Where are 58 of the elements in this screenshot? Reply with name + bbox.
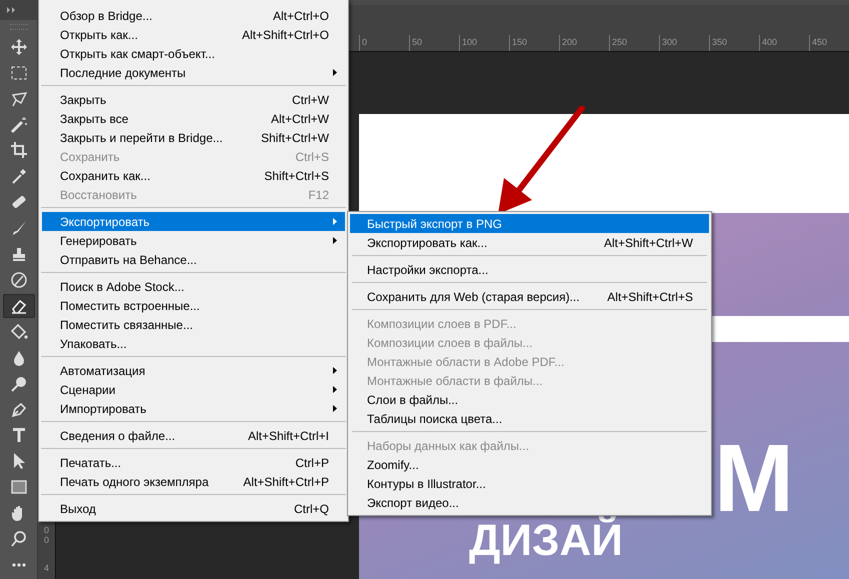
paint-bucket-icon bbox=[10, 322, 28, 341]
menu-item[interactable]: Открыть как смарт-объект... bbox=[42, 44, 345, 63]
lollipop-icon bbox=[10, 374, 28, 393]
menu-item[interactable]: Настройки экспорта... bbox=[350, 260, 709, 279]
search-icon bbox=[10, 530, 28, 548]
ruler-label: 450 bbox=[812, 37, 828, 47]
menu-item[interactable]: Поместить связанные... bbox=[42, 315, 345, 334]
menu-item[interactable]: Сценарии bbox=[42, 380, 345, 399]
menu-item[interactable]: Обзор в Bridge... Alt+Ctrl+O bbox=[42, 6, 345, 25]
menu-item[interactable]: Закрыть Ctrl+W bbox=[42, 90, 345, 109]
menu-item[interactable]: Импортировать bbox=[42, 399, 345, 418]
more-icon bbox=[12, 562, 26, 567]
menu-item[interactable]: Экспортировать как... Alt+Shift+Ctrl+W bbox=[350, 233, 709, 252]
pen-icon bbox=[10, 400, 28, 419]
ruler-label: 400 bbox=[762, 37, 778, 47]
ruler-label: 0 bbox=[362, 37, 368, 47]
menu-item[interactable]: Закрыть все Alt+Ctrl+W bbox=[42, 109, 345, 128]
ruler-label: 250 bbox=[612, 37, 628, 47]
ruler-label: 4 bbox=[44, 564, 49, 574]
menu-item[interactable]: Автоматизация bbox=[42, 361, 345, 380]
ruler-label: 50 bbox=[412, 37, 422, 47]
menu-item[interactable]: Таблицы поиска цвета... bbox=[350, 409, 709, 428]
dashed-rectangle-icon bbox=[10, 64, 28, 82]
menu-item[interactable]: Zoomify... bbox=[350, 455, 709, 474]
magic-wand-icon bbox=[10, 116, 28, 134]
ruler-label: 100 bbox=[462, 37, 478, 47]
lasso-icon bbox=[10, 90, 28, 108]
menu-item[interactable]: Поместить встроенные... bbox=[42, 296, 345, 315]
ruler-label: 300 bbox=[662, 37, 678, 47]
menu-item[interactable]: Печатать... Ctrl+P bbox=[42, 453, 345, 472]
menu-item[interactable]: Экспорт видео... bbox=[350, 493, 709, 512]
tool-button[interactable] bbox=[2, 294, 34, 318]
headline-text: М bbox=[714, 431, 794, 527]
menu-item[interactable]: Сведения о файле... Alt+Shift+Ctrl+I bbox=[42, 426, 345, 445]
menu-item[interactable]: Генерировать bbox=[42, 231, 345, 250]
crop-icon bbox=[10, 141, 28, 160]
menu-item[interactable]: Последние документы bbox=[42, 63, 345, 82]
menu-item[interactable]: Поиск в Adobe Stock... bbox=[42, 277, 345, 296]
menu-item[interactable]: Слои в файлы... bbox=[350, 390, 709, 409]
menu-item[interactable]: Упаковать... bbox=[42, 334, 345, 353]
menu-item[interactable]: Сохранить для Web (старая версия)... Alt+Shift+Ctrl+S bbox=[350, 287, 709, 306]
menu-item[interactable]: Сохранить как... Shift+Ctrl+S bbox=[42, 166, 345, 185]
menu-item[interactable]: Контуры в Illustrator... bbox=[350, 474, 709, 493]
ruler-label: 350 bbox=[712, 37, 728, 47]
menu-item[interactable]: Открыть как... Alt+Shift+Ctrl+O bbox=[42, 25, 345, 44]
ruler-label: 00 bbox=[44, 526, 49, 546]
menu-item[interactable]: Экспортировать bbox=[42, 212, 345, 231]
menu-item[interactable]: Выход Ctrl+Q bbox=[42, 499, 345, 518]
rectangle-icon bbox=[10, 478, 28, 496]
menu-item[interactable]: Закрыть и перейти в Bridge... Shift+Ctrl+W bbox=[42, 128, 345, 147]
move-icon bbox=[10, 38, 28, 56]
ruler-label: 200 bbox=[562, 37, 578, 47]
menu-item[interactable]: Отправить на Behance... bbox=[42, 250, 345, 269]
eyedropper-icon bbox=[10, 167, 28, 186]
collapse-icon[interactable] bbox=[7, 6, 16, 13]
menu-item[interactable]: Быстрый экспорт в PNG bbox=[350, 214, 709, 233]
menu-item[interactable]: Печать одного экземпляра Alt+Shift+Ctrl+P bbox=[42, 472, 345, 491]
ruler-label: 150 bbox=[512, 37, 528, 47]
